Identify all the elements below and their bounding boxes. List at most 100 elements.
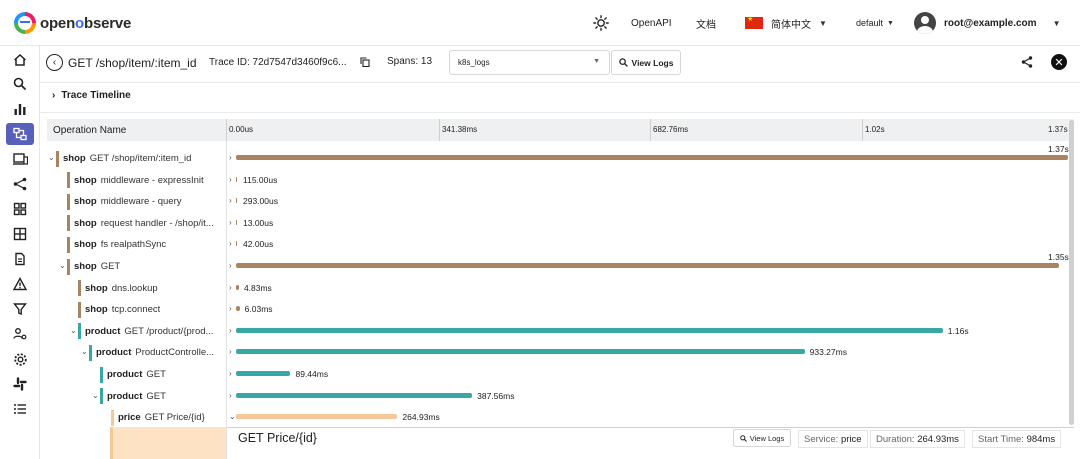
expand-span-details-icon[interactable]: › xyxy=(229,196,232,205)
span-row[interactable]: shop tcp.connect › 6.03ms xyxy=(47,299,1074,320)
copy-trace-id-button[interactable] xyxy=(360,57,370,70)
collapse-chevron-icon[interactable]: ⌄ xyxy=(92,391,99,400)
nav-home[interactable] xyxy=(6,49,34,71)
span-operation-name: GET xyxy=(100,261,121,272)
nav-reports[interactable] xyxy=(6,248,34,270)
span-row[interactable]: shop fs realpathSync › 42.00us xyxy=(47,234,1074,255)
share-button[interactable] xyxy=(1021,56,1033,71)
collapse-chevron-icon[interactable]: ⌄ xyxy=(59,261,66,270)
span-operation-name: middleware - expressInit xyxy=(100,174,204,186)
nav-rum[interactable] xyxy=(6,148,34,170)
org-selector[interactable]: default ▼ xyxy=(856,10,894,36)
span-row[interactable]: ⌄ product GET › 387.56ms xyxy=(47,386,1074,407)
expand-span-details-icon[interactable]: ⌄ xyxy=(229,412,236,421)
nav-alerts[interactable] xyxy=(6,273,34,295)
span-name: shop fs realpathSync xyxy=(67,234,225,255)
caret-down-icon: ▼ xyxy=(819,18,827,28)
service-color-bar xyxy=(67,193,70,210)
span-duration-bar[interactable] xyxy=(236,349,805,355)
span-service: Service: price xyxy=(798,430,868,448)
user-menu[interactable]: root@example.com ▼ xyxy=(914,10,1060,36)
view-logs-button[interactable]: View Logs xyxy=(611,50,681,75)
language-selector[interactable]: 简体中文 ▼ xyxy=(745,10,827,36)
span-duration-bar[interactable] xyxy=(236,155,1068,160)
span-duration-bar[interactable] xyxy=(236,392,473,398)
trace-title: GET /shop/item/:item_id xyxy=(68,56,197,70)
trace-timeline-toggle[interactable]: › Trace Timeline xyxy=(52,90,131,101)
docs-link[interactable]: 文档 xyxy=(696,10,716,36)
span-duration-bar[interactable] xyxy=(236,327,943,333)
span-duration-bar[interactable] xyxy=(236,198,237,204)
span-row[interactable]: ⌄ product GET /product/{prod... › 1.16s xyxy=(47,321,1074,342)
span-service-name: shop xyxy=(74,239,97,251)
back-button[interactable]: ‹ xyxy=(46,54,63,71)
trace-id: Trace ID: 72d7547d3460f9c6... xyxy=(209,57,347,68)
span-row[interactable]: shop request handler - /shop/it... › 13.00u… xyxy=(47,213,1074,234)
expand-span-details-icon[interactable]: › xyxy=(229,218,232,227)
nav-search[interactable] xyxy=(6,73,34,95)
expand-span-details-icon[interactable]: › xyxy=(229,304,232,313)
filter-icon xyxy=(13,303,27,316)
nav-slack[interactable] xyxy=(6,373,34,395)
span-row[interactable]: ⌄ shop GET › 1.35s xyxy=(47,252,1074,277)
span-duration-bar[interactable] xyxy=(236,414,398,420)
nav-metrics[interactable] xyxy=(6,98,34,120)
span-duration-bar[interactable] xyxy=(236,176,237,182)
service-color-bar xyxy=(67,236,70,253)
service-color-bar xyxy=(100,388,103,405)
nav-iam[interactable] xyxy=(6,323,34,345)
expand-span-details-icon[interactable]: › xyxy=(229,347,232,356)
expand-span-details-icon[interactable]: › xyxy=(229,153,232,162)
expand-span-details-icon[interactable]: › xyxy=(229,369,232,378)
nav-pipelines[interactable] xyxy=(6,173,34,195)
tick-divider xyxy=(650,119,651,141)
nav-about[interactable] xyxy=(6,398,34,420)
tick-label: 341.38ms xyxy=(442,125,478,134)
nav-dashboards[interactable] xyxy=(6,198,34,220)
vertical-scrollbar[interactable] xyxy=(1069,120,1074,425)
span-row[interactable]: ⌄ shop GET /shop/item/:item_id › 1.37s xyxy=(47,144,1074,169)
nav-settings[interactable] xyxy=(6,348,34,370)
span-operation-name: ProductControlle... xyxy=(135,347,215,359)
expand-span-details-icon[interactable]: › xyxy=(229,239,232,248)
openapi-link[interactable]: OpenAPI xyxy=(631,10,672,36)
span-service-name: shop xyxy=(74,261,97,272)
list-icon xyxy=(14,404,26,414)
expand-span-details-icon[interactable]: › xyxy=(229,326,232,335)
span-row[interactable]: price GET Price/{id} ⌄ 264.93ms xyxy=(47,407,1074,428)
expand-span-details-icon[interactable]: › xyxy=(229,283,232,292)
span-row[interactable]: product GET › 89.44ms xyxy=(47,364,1074,385)
trace-header: ‹ GET /shop/item/:item_id Trace ID: 72d7… xyxy=(40,46,1080,82)
theme-toggle-button[interactable] xyxy=(593,10,611,36)
span-duration-bar[interactable] xyxy=(236,284,239,290)
collapse-chevron-icon[interactable]: ⌄ xyxy=(81,347,88,356)
span-view-logs-button[interactable]: View Logs xyxy=(733,429,791,447)
close-button[interactable]: ✕ xyxy=(1051,54,1067,70)
span-duration-bar[interactable] xyxy=(236,306,240,312)
span-row[interactable]: shop middleware - expressInit › 115.00us xyxy=(47,170,1074,191)
span-duration-bar[interactable] xyxy=(236,241,237,247)
span-duration-bar[interactable] xyxy=(236,371,291,376)
collapse-chevron-icon[interactable]: ⌄ xyxy=(70,326,77,335)
user-email: root@example.com xyxy=(944,17,1037,29)
nav-functions[interactable] xyxy=(6,298,34,320)
expand-span-details-icon[interactable]: › xyxy=(229,175,232,184)
span-row[interactable]: shop middleware - query › 293.00us xyxy=(47,191,1074,212)
log-stream-select[interactable]: k8s_logs ▼ xyxy=(449,50,610,75)
nav-traces[interactable] xyxy=(6,123,34,145)
span-row[interactable]: shop dns.lookup › 4.83ms xyxy=(47,278,1074,299)
app-logo[interactable]: openobserve xyxy=(14,12,131,34)
collapse-chevron-icon[interactable]: ⌄ xyxy=(48,153,55,162)
span-row[interactable]: ⌄ product ProductControlle... › 933.27ms xyxy=(47,342,1074,363)
span-service-name: shop xyxy=(74,174,97,186)
china-flag-icon xyxy=(745,15,763,29)
span-duration-label: 1.35s xyxy=(1048,252,1069,262)
tick-divider xyxy=(862,119,863,141)
expand-span-details-icon[interactable]: › xyxy=(229,391,232,400)
nav-streams[interactable] xyxy=(6,223,34,245)
expand-span-details-icon[interactable]: › xyxy=(229,261,232,270)
share-nodes-icon xyxy=(13,177,27,191)
grid-icon xyxy=(13,227,27,241)
span-duration-bar[interactable] xyxy=(236,263,1059,268)
span-duration-bar[interactable] xyxy=(236,219,237,225)
